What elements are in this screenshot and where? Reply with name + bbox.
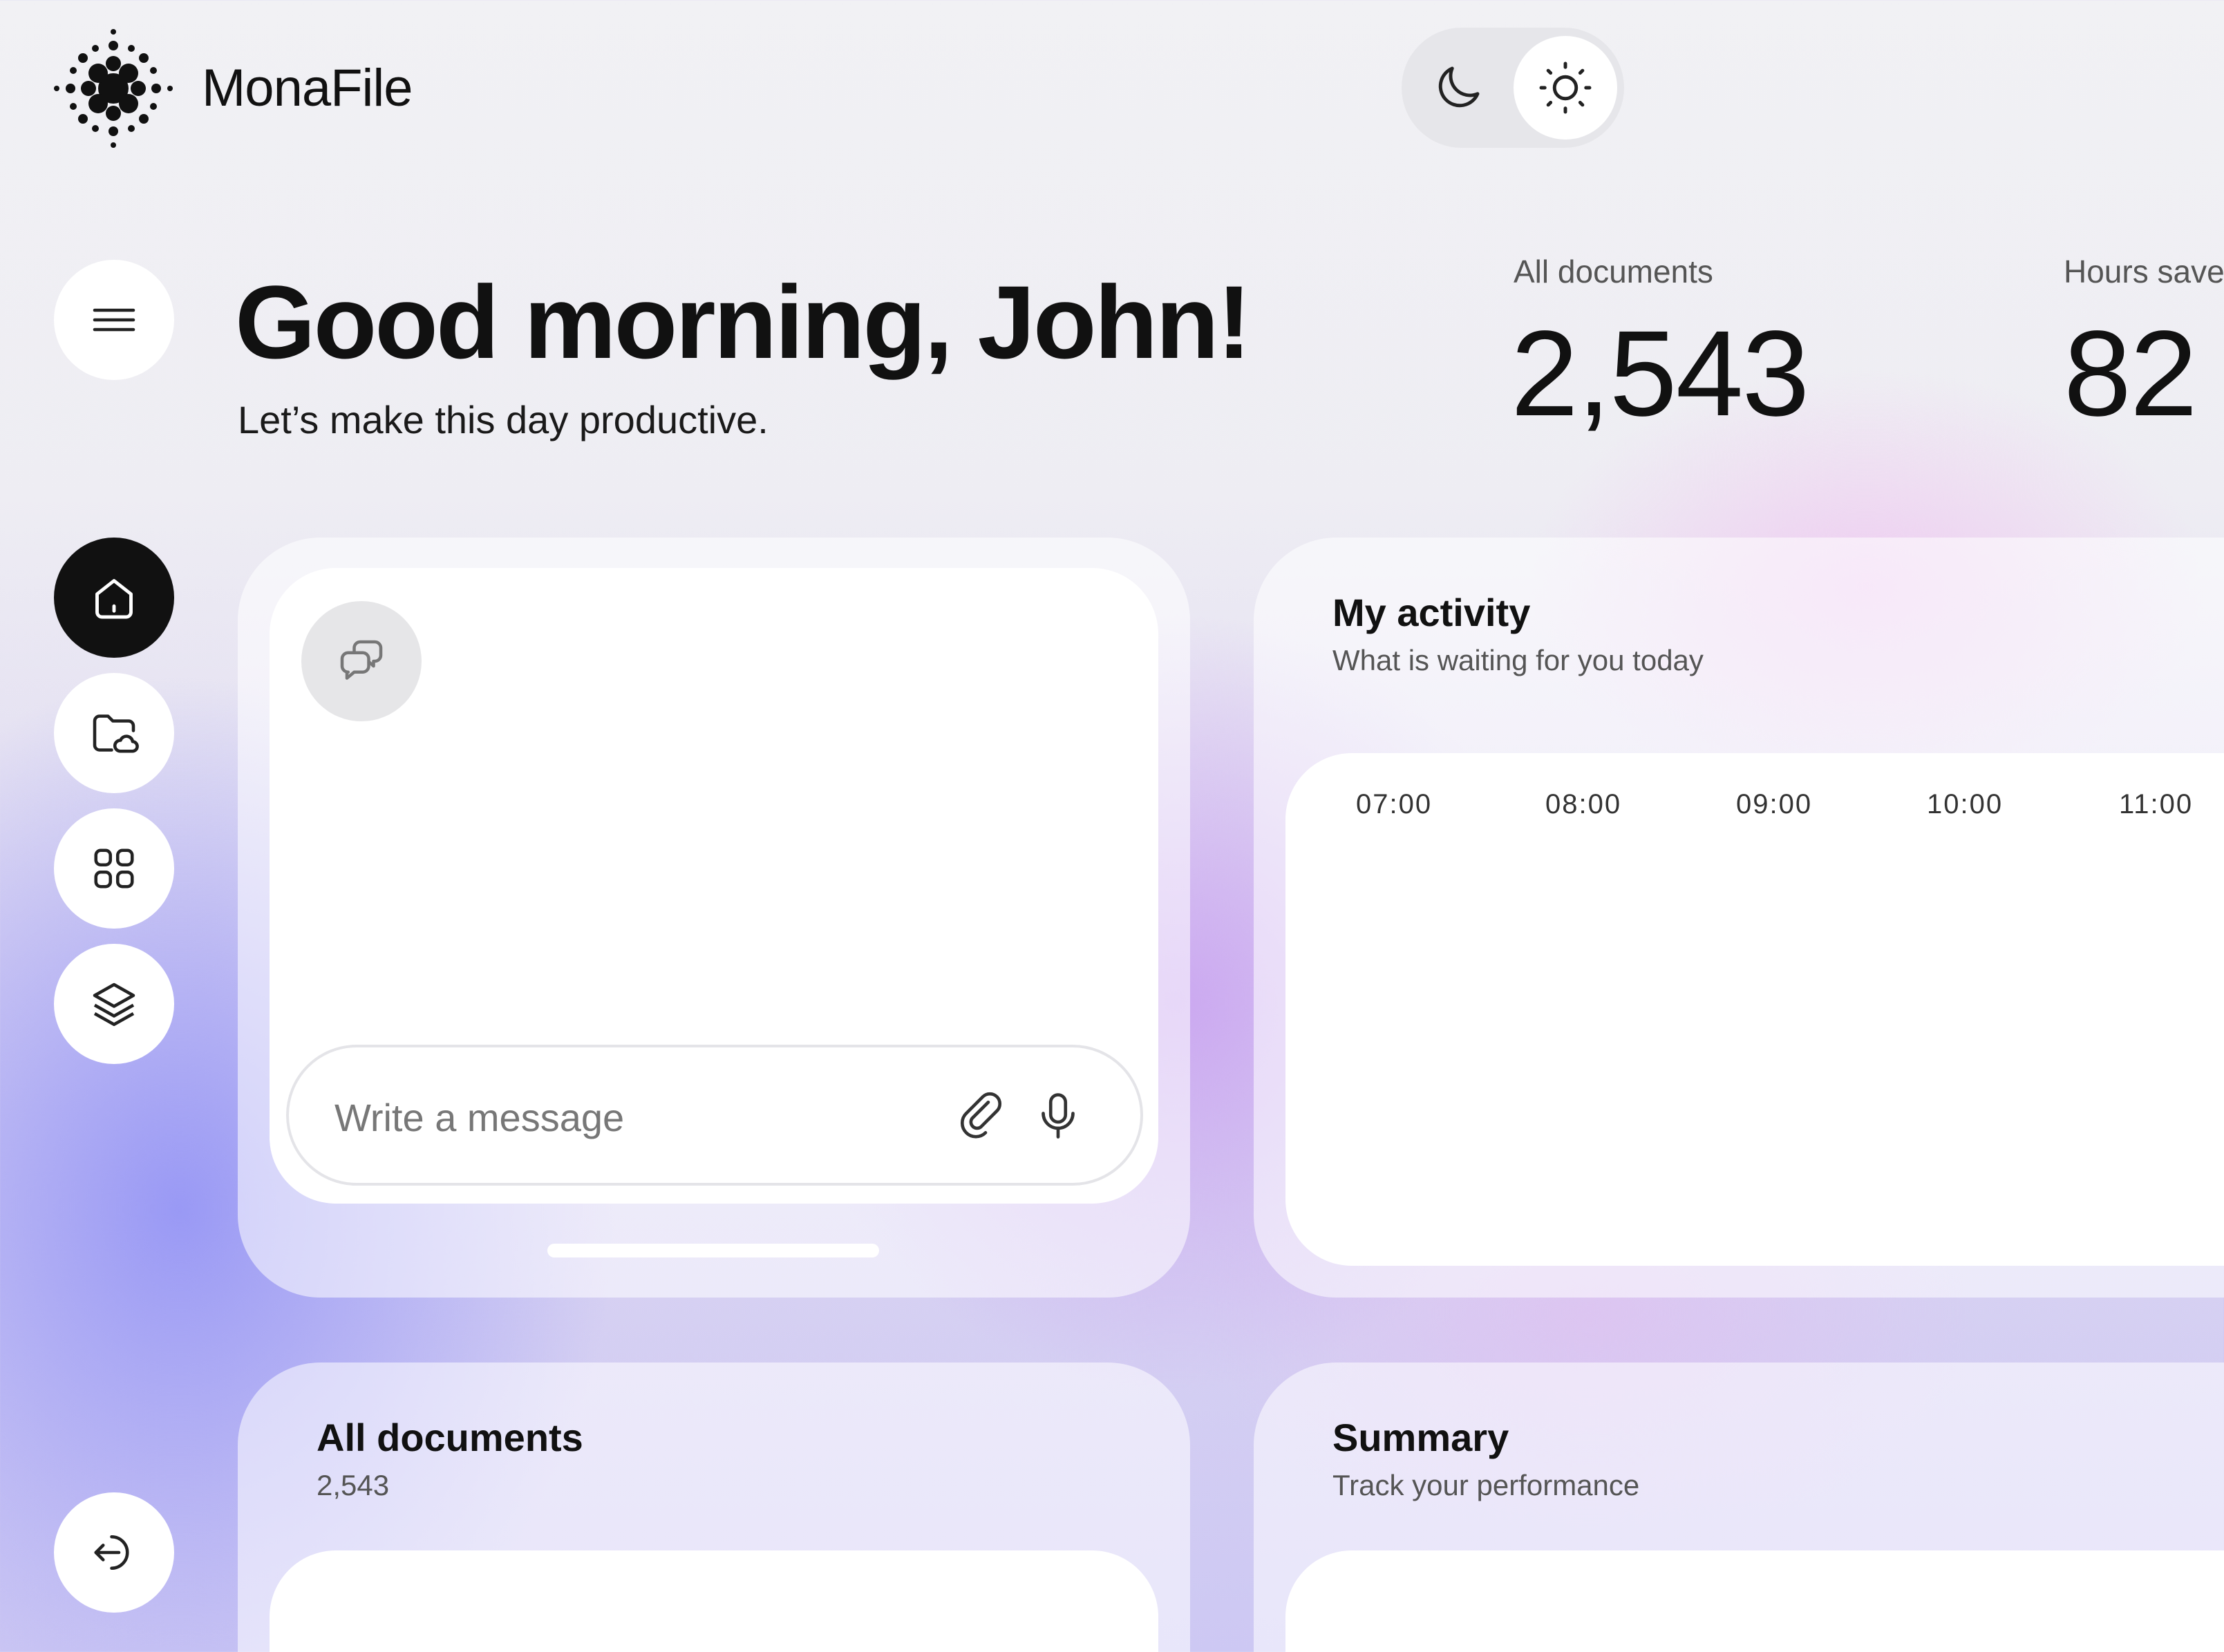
logo-icon bbox=[54, 29, 173, 148]
menu-button[interactable] bbox=[54, 260, 174, 380]
summary-content bbox=[1285, 1550, 2224, 1652]
activity-subtitle: What is waiting for you today bbox=[1332, 644, 1704, 676]
time-label: 09:00 bbox=[1736, 789, 1813, 819]
stat-value-hours: 82 bbox=[2064, 306, 2198, 442]
sidebar-item-apps[interactable] bbox=[54, 808, 174, 929]
time-label: 07:00 bbox=[1356, 789, 1433, 819]
app-name: MonaFile bbox=[202, 59, 413, 117]
paperclip-icon[interactable] bbox=[952, 1086, 1012, 1146]
chat-icon-badge bbox=[301, 601, 422, 721]
summary-subtitle: Track your performance bbox=[1332, 1469, 1640, 1501]
logout-button[interactable] bbox=[54, 1492, 174, 1613]
time-label: 08:00 bbox=[1545, 789, 1622, 819]
sidebar-item-layers[interactable] bbox=[54, 944, 174, 1064]
home-icon bbox=[95, 579, 133, 619]
stat-value-documents: 2,543 bbox=[1511, 306, 1809, 442]
stat-label-documents: All documents bbox=[1514, 254, 1713, 289]
page-subtitle: Let’s make this day productive. bbox=[238, 398, 769, 442]
sun-icon bbox=[1539, 61, 1592, 114]
sidebar-item-home[interactable] bbox=[54, 538, 174, 658]
logo[interactable] bbox=[50, 25, 177, 152]
documents-title: All documents bbox=[317, 1416, 583, 1459]
chat-bubbles-icon bbox=[340, 640, 383, 680]
light-mode-button[interactable] bbox=[1514, 36, 1617, 140]
home-indicator bbox=[547, 1244, 879, 1257]
hamburger-icon bbox=[93, 308, 135, 332]
time-label: 10:00 bbox=[1927, 789, 2004, 819]
summary-title: Summary bbox=[1332, 1416, 1509, 1459]
documents-list bbox=[270, 1550, 1158, 1652]
message-box bbox=[286, 1045, 1143, 1186]
layers-icon bbox=[93, 982, 135, 1027]
stat-label-hours: Hours save bbox=[2064, 254, 2224, 289]
grid-icon bbox=[94, 848, 134, 889]
activity-timeline bbox=[1285, 753, 2224, 1266]
moon-icon[interactable] bbox=[1429, 59, 1487, 117]
page-title: Good morning, John! bbox=[235, 264, 1252, 380]
cloud-folder-icon bbox=[93, 714, 139, 753]
message-input[interactable] bbox=[333, 1082, 889, 1152]
sidebar-item-folders[interactable] bbox=[54, 673, 174, 793]
documents-count: 2,543 bbox=[317, 1469, 390, 1501]
microphone-icon[interactable] bbox=[1028, 1086, 1088, 1146]
activity-title: My activity bbox=[1332, 591, 1531, 634]
theme-toggle[interactable] bbox=[1402, 28, 1624, 148]
time-label: 11:00 bbox=[2119, 789, 2194, 819]
logout-icon bbox=[94, 1535, 129, 1570]
